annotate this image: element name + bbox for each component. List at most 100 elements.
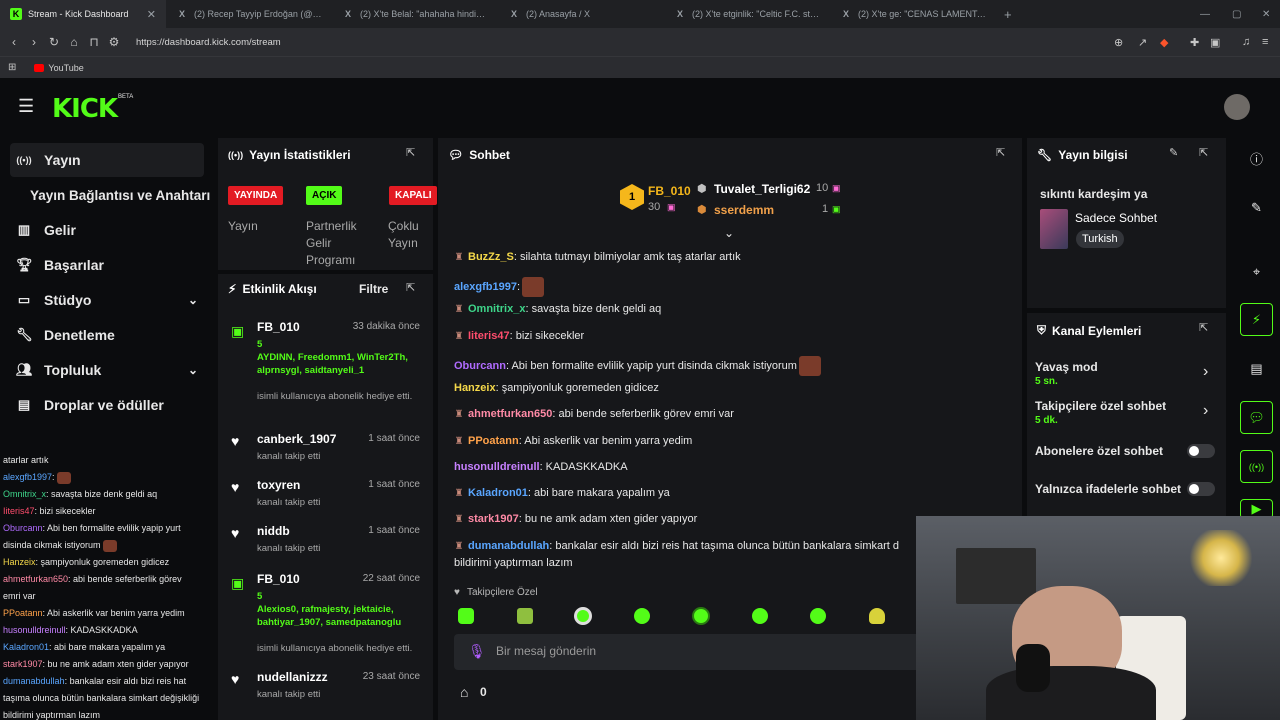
kick-logo[interactable]: KICK xyxy=(52,94,118,124)
music-icon[interactable]: ♫ xyxy=(1242,36,1250,48)
stream-title: sıkıntı kardeşim ya xyxy=(1040,187,1148,201)
tab-x-4[interactable]: X (2) X'te etginlik: "Celtic F.C. stadyu… xyxy=(664,0,830,28)
activity-username[interactable]: FB_010 xyxy=(257,572,300,586)
emote-icon[interactable] xyxy=(634,608,650,624)
popout-icon[interactable]: ⇱ xyxy=(406,281,415,294)
chat-bubble-icon[interactable]: 💬︎ xyxy=(1240,401,1273,434)
forward-icon[interactable]: › xyxy=(24,35,44,49)
chat-username[interactable]: husonulldreinull xyxy=(454,461,540,473)
chat-username[interactable]: Oburcann xyxy=(454,360,506,372)
emote-icon[interactable] xyxy=(869,608,885,624)
sidebar-item-droplar[interactable]: ▤ Droplar ve ödüller xyxy=(10,388,204,422)
close-window-icon[interactable]: ✕ xyxy=(1262,9,1270,20)
chat-username[interactable]: BuzZz_S xyxy=(468,251,514,263)
subs-only-toggle[interactable] xyxy=(1187,444,1215,458)
followers-only-row[interactable]: Takipçilere özel sohbet 5 dk. › xyxy=(1035,398,1221,428)
microphone-icon[interactable]: 🎙︎ xyxy=(468,643,486,660)
apps-grid-icon[interactable]: ⊞ xyxy=(8,62,16,73)
chat-username[interactable]: alexgfb1997 xyxy=(454,281,517,293)
emote-icon[interactable] xyxy=(458,608,474,624)
chat-text: : savaşta bize denk geldi aq xyxy=(525,303,662,315)
back-icon[interactable]: ‹ xyxy=(4,35,24,49)
sidebar-item-gelir[interactable]: ▥ Gelir xyxy=(10,213,204,247)
zoom-icon[interactable]: ⊕ xyxy=(1114,36,1123,49)
sidebar-item-topluluk[interactable]: 👥︎ Topluluk ⌄ xyxy=(10,353,204,387)
extensions-icon[interactable]: ✚ xyxy=(1190,36,1199,49)
popout-icon[interactable]: ⇱ xyxy=(1199,146,1208,159)
chat-text: emri var xyxy=(3,591,36,601)
stream-stats-panel: ((•)) Yayın İstatistikleri ⇱ YAYINDA AÇI… xyxy=(218,138,438,270)
share-icon[interactable]: ↗ xyxy=(1138,36,1147,49)
filter-button[interactable]: Filtre xyxy=(359,282,388,296)
sidebar-item-studyo[interactable]: ▭ Stüdyo ⌄ xyxy=(10,283,204,317)
sidebar-toggle-icon[interactable]: ▣ xyxy=(1210,36,1220,49)
emote-icon[interactable] xyxy=(692,607,710,625)
activity-username[interactable]: niddb xyxy=(257,524,290,538)
chat-username[interactable]: Iiteris47 xyxy=(468,330,510,342)
chat-username[interactable]: ahmetfurkan650 xyxy=(468,408,552,420)
emotes-only-toggle[interactable] xyxy=(1187,482,1215,496)
chat-username[interactable]: PPoatann xyxy=(468,435,519,447)
home-icon[interactable]: ⌂ xyxy=(64,35,84,49)
chat-username[interactable]: Hanzeix xyxy=(454,382,496,394)
x-favicon-icon: X xyxy=(510,9,517,19)
bookmark-youtube[interactable]: YouTube xyxy=(48,63,83,73)
chat-username[interactable]: dumanabdullah xyxy=(468,540,549,552)
user-badge-icon: ♜ xyxy=(454,409,464,420)
leader-2-name[interactable]: Tuvalet_Terligi62 xyxy=(714,182,810,196)
document-icon[interactable]: ▤ xyxy=(1240,352,1273,385)
close-tab-icon[interactable]: ✕ xyxy=(147,8,156,21)
chat-message: ♜ Iiteris47: bizi sikecekler xyxy=(454,330,585,342)
tab-x-2[interactable]: X (2) X'te Belal: "ahahaha hindistanda o xyxy=(332,0,498,28)
category-name[interactable]: Sadece Sohbet xyxy=(1075,211,1157,225)
sidebar-item-denetleme[interactable]: 🔧︎ Denetleme xyxy=(10,318,204,352)
url-field[interactable]: https://dashboard.kick.com/stream xyxy=(136,37,281,48)
reload-icon[interactable]: ↻ xyxy=(44,35,64,49)
brave-shield-icon[interactable]: ◆ xyxy=(1160,36,1168,49)
tab-kick-dashboard[interactable]: K Stream - Kick Dashboard ✕ xyxy=(0,0,166,28)
leader-1-name[interactable]: FB_010 xyxy=(648,184,691,198)
activity-username[interactable]: nudellanizzz xyxy=(257,670,328,684)
store-icon[interactable]: ⌂ xyxy=(460,684,468,700)
expand-leaderboard-icon[interactable]: ⌄ xyxy=(724,226,734,240)
bookmark-icon[interactable]: ⊓ xyxy=(84,35,104,49)
popout-icon[interactable]: ⇱ xyxy=(406,146,415,159)
hamburger-menu-icon[interactable]: ☰ xyxy=(18,96,34,117)
chat-text: : abi bende seferberlik görev xyxy=(68,574,182,584)
sidebar-item-yayin[interactable]: ((•)) Yayın xyxy=(10,143,204,177)
lightning-icon[interactable]: ⚡︎ xyxy=(1240,303,1273,336)
minimize-icon[interactable]: — xyxy=(1200,9,1210,20)
emote-icon[interactable] xyxy=(517,608,533,624)
new-tab-icon[interactable]: + xyxy=(1004,7,1012,22)
activity-username[interactable]: canberk_1907 xyxy=(257,432,336,446)
followers-emotes-label: Takipçilere Özel xyxy=(467,587,538,598)
emote-row xyxy=(456,606,916,628)
emote-icon[interactable] xyxy=(574,607,592,625)
popout-icon[interactable]: ⇱ xyxy=(1199,321,1208,334)
leader-3-name[interactable]: sserdemm xyxy=(714,203,774,217)
chat-input[interactable]: 🎙︎ Bir mesaj gönderin xyxy=(454,634,924,670)
tab-x-1[interactable]: X (2) Recep Tayyip Erdoğan (@RTErdog xyxy=(166,0,332,28)
info-icon[interactable]: ⓘ xyxy=(1240,142,1273,175)
activity-username[interactable]: toxyren xyxy=(257,478,300,492)
chat-username[interactable]: Omnitrix_x xyxy=(468,303,525,315)
chat-username[interactable]: Kaladron01 xyxy=(468,487,528,499)
sidebar-item-basarilar[interactable]: 🏆︎ Başarılar xyxy=(10,248,204,282)
maximize-icon[interactable]: ▢ xyxy=(1232,9,1241,20)
broadcast-icon[interactable]: ((•)) xyxy=(1240,450,1273,483)
target-icon[interactable]: ⌖ xyxy=(1240,255,1273,288)
tab-x-3[interactable]: X (2) Anasayfa / X xyxy=(498,0,664,28)
menu-icon[interactable]: ≡ xyxy=(1262,36,1268,48)
emote-icon[interactable] xyxy=(752,608,768,624)
avatar[interactable] xyxy=(1224,94,1250,120)
tab-x-5[interactable]: X (2) X'te ge: "CENAS LAMENTAVEISI P xyxy=(830,0,996,28)
activity-username[interactable]: FB_010 xyxy=(257,320,300,334)
edit-pencil-icon[interactable]: ✎ xyxy=(1240,191,1273,224)
site-settings-icon[interactable]: ⚙ xyxy=(104,35,124,49)
edit-pencil-icon[interactable]: ✎ xyxy=(1169,146,1178,159)
chat-username[interactable]: stark1907 xyxy=(468,513,519,525)
sidebar-item-stream-key[interactable]: Yayın Bağlantısı ve Anahtarı xyxy=(24,178,214,212)
slow-mode-row[interactable]: Yavaş mod 5 sn. › xyxy=(1035,359,1221,389)
emote-icon[interactable] xyxy=(810,608,826,624)
popout-icon[interactable]: ⇱ xyxy=(996,146,1005,159)
